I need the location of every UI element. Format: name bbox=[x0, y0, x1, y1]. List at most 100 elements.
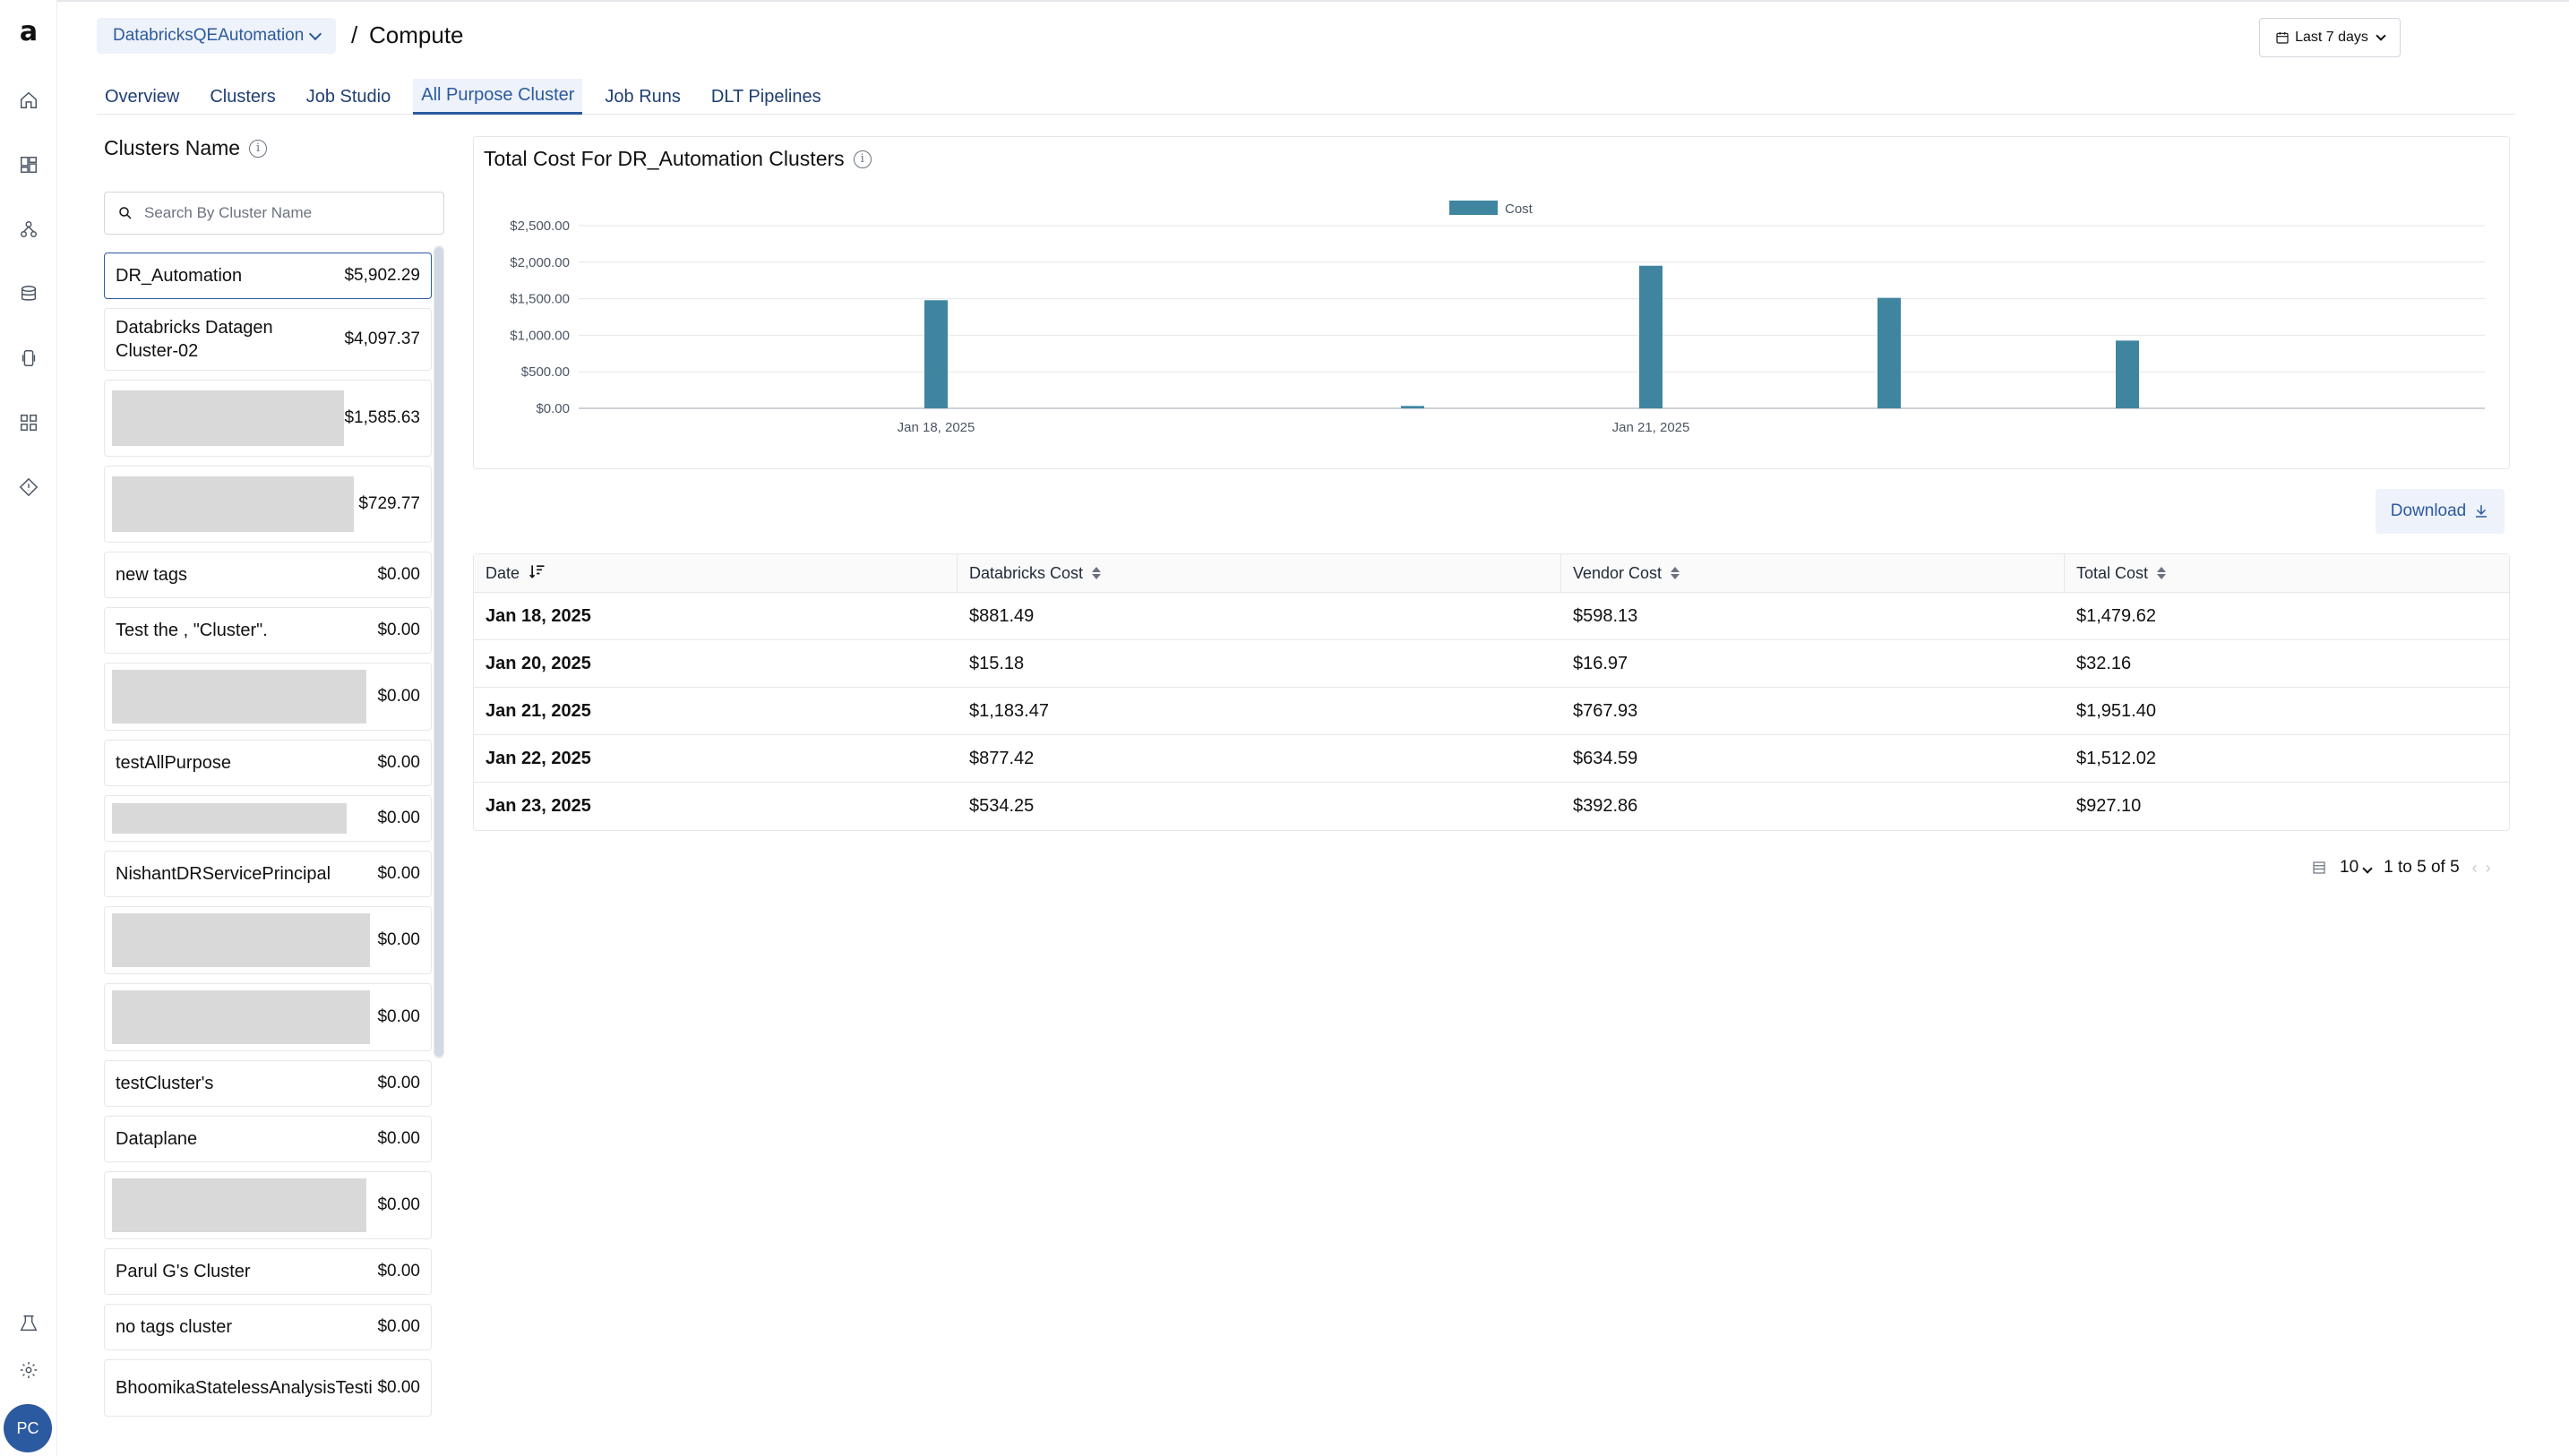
search-icon bbox=[119, 207, 132, 219]
info-icon[interactable]: i bbox=[853, 150, 872, 168]
device-icon[interactable] bbox=[18, 347, 39, 369]
cluster-list-item[interactable]: testAllPurpose $0.00 bbox=[104, 740, 432, 786]
cell-date: Jan 20, 2025 bbox=[485, 653, 591, 673]
table-row: Jan 23, 2025 $534.25 $392.86 $927.10 bbox=[474, 783, 2509, 830]
app-logo[interactable]: a bbox=[16, 19, 41, 46]
settings-icon[interactable] bbox=[18, 1359, 39, 1381]
cell-vendor-cost: $392.86 bbox=[1573, 796, 1638, 816]
cluster-name: Test the , "Cluster". bbox=[116, 621, 268, 640]
cell-date: Jan 23, 2025 bbox=[485, 796, 591, 816]
diamond-icon[interactable] bbox=[18, 476, 39, 498]
cluster-list-item[interactable]: new tags $0.00 bbox=[104, 552, 432, 598]
cluster-list-item[interactable]: testCluster's $0.00 bbox=[104, 1060, 432, 1107]
y-tick-label: $1,500.00 bbox=[510, 292, 570, 307]
cluster-list-item[interactable]: $0.00 bbox=[104, 795, 432, 842]
cluster-list-item[interactable]: NishantDRServicePrincipal $0.00 bbox=[104, 851, 432, 897]
cluster-cost: $0.00 bbox=[377, 565, 420, 584]
column-header-total-cost[interactable]: Total Cost bbox=[2065, 554, 2509, 592]
cluster-list-scrollbar-thumb[interactable] bbox=[434, 247, 443, 1057]
workspace-name: DatabricksQEAutomation bbox=[113, 26, 305, 45]
sort-descending-icon[interactable] bbox=[528, 562, 546, 585]
cell-vendor-cost: $16.97 bbox=[1573, 653, 1628, 673]
cluster-list-item[interactable]: $0.00 bbox=[104, 663, 432, 731]
sort-icon[interactable] bbox=[1671, 567, 1680, 579]
table-body: Jan 18, 2025 $881.49 $598.13 $1,479.62 Jan 2… bbox=[474, 593, 2509, 830]
cell-total-cost: $1,512.02 bbox=[2076, 748, 2156, 768]
workspace-dropdown[interactable]: DatabricksQEAutomation bbox=[97, 18, 337, 54]
cluster-name: Parul G's Cluster bbox=[116, 1262, 251, 1281]
bar bbox=[924, 300, 948, 408]
cluster-list-item[interactable]: $0.00 bbox=[104, 906, 432, 974]
integrations-icon[interactable] bbox=[18, 412, 39, 433]
page-size-select[interactable]: 10 bbox=[2340, 858, 2373, 878]
cluster-list-item[interactable]: Dataplane $0.00 bbox=[104, 1116, 432, 1162]
cluster-cost: $0.00 bbox=[377, 1317, 420, 1336]
pagination-prev-next[interactable]: ‹ › bbox=[2472, 859, 2493, 878]
home-icon[interactable] bbox=[18, 90, 39, 111]
calendar-icon bbox=[2276, 32, 2289, 44]
sort-icon[interactable] bbox=[2157, 567, 2167, 579]
cluster-list-item[interactable]: BhoomikaStatelessAnalysisTesti $0.00 bbox=[104, 1359, 432, 1417]
column-header-vendor-cost[interactable]: Vendor Cost bbox=[1561, 554, 2065, 592]
cluster-name: BhoomikaStatelessAnalysisTesti bbox=[116, 1378, 373, 1398]
cluster-list-item[interactable]: $0.00 bbox=[104, 983, 432, 1051]
cluster-list-item[interactable]: no tags cluster $0.00 bbox=[104, 1304, 432, 1350]
cluster-name: Databricks Datagen Cluster-02 bbox=[116, 318, 273, 361]
x-tick-label: Jan 21, 2025 bbox=[1612, 420, 1690, 435]
chevron-down-icon bbox=[309, 27, 322, 40]
redacted-name-placeholder bbox=[112, 390, 345, 446]
cell-databricks-cost: $877.42 bbox=[969, 748, 1035, 768]
redacted-name-placeholder bbox=[112, 476, 354, 532]
tab-job-studio[interactable]: Job Studio bbox=[298, 79, 400, 115]
cluster-list-item[interactable]: Databricks Datagen Cluster-02 $4,097.37 bbox=[104, 308, 432, 371]
column-header-databricks-cost[interactable]: Databricks Cost bbox=[958, 554, 1561, 592]
table-row: Jan 18, 2025 $881.49 $598.13 $1,479.62 bbox=[474, 593, 2509, 640]
chart-title: Total Cost For DR_Automation Clusters i bbox=[484, 147, 872, 171]
sort-icon[interactable] bbox=[1092, 567, 1102, 579]
cell-vendor-cost: $598.13 bbox=[1573, 605, 1638, 626]
cell-databricks-cost: $1,183.47 bbox=[969, 700, 1049, 721]
clusters-panel-title-text: Clusters Name bbox=[104, 136, 241, 159]
cluster-list-item[interactable]: Parul G's Cluster $0.00 bbox=[104, 1248, 432, 1295]
cluster-list-item[interactable]: DR_Automation $5,902.29 bbox=[104, 253, 432, 299]
y-tick-label: $2,500.00 bbox=[510, 218, 570, 234]
column-header-label: Databricks Cost bbox=[969, 563, 1084, 582]
clusters-panel-title: Clusters Name i bbox=[104, 136, 268, 160]
hierarchy-icon[interactable] bbox=[18, 218, 39, 240]
cell-databricks-cost: $534.25 bbox=[969, 796, 1035, 816]
pagination-range: 1 to 5 of 5 bbox=[2384, 858, 2460, 877]
info-icon[interactable]: i bbox=[249, 139, 268, 158]
cluster-cost: $0.00 bbox=[377, 1262, 420, 1280]
chevron-down-icon bbox=[2376, 30, 2386, 41]
y-tick-label: $500.00 bbox=[521, 364, 570, 380]
chevron-down-icon bbox=[2362, 863, 2373, 874]
cell-total-cost: $32.16 bbox=[2076, 653, 2132, 673]
tab-job-runs[interactable]: Job Runs bbox=[597, 79, 689, 115]
user-avatar[interactable]: PC bbox=[4, 1404, 52, 1452]
redacted-name-placeholder bbox=[112, 913, 370, 967]
tab-overview[interactable]: Overview bbox=[97, 79, 187, 115]
cluster-cost: $0.00 bbox=[377, 809, 420, 827]
dashboard-icon[interactable] bbox=[18, 154, 39, 176]
cluster-list-item[interactable]: Test the , "Cluster". $0.00 bbox=[104, 607, 432, 654]
cell-total-cost: $1,479.62 bbox=[2076, 605, 2156, 626]
cluster-name: no tags cluster bbox=[116, 1317, 233, 1337]
tab-all-purpose-cluster[interactable]: All Purpose Cluster bbox=[413, 79, 583, 115]
date-range-dropdown[interactable]: Last 7 days bbox=[2259, 18, 2401, 57]
database-icon[interactable] bbox=[18, 283, 39, 304]
cell-vendor-cost: $767.93 bbox=[1573, 700, 1638, 721]
tab-dlt-pipelines[interactable]: DLT Pipelines bbox=[703, 79, 829, 115]
cluster-list-item[interactable]: $0.00 bbox=[104, 1171, 432, 1239]
download-button[interactable]: Download bbox=[2376, 489, 2505, 534]
lab-icon[interactable] bbox=[18, 1313, 39, 1334]
legend-label: Cost bbox=[1505, 201, 1534, 217]
date-range-label: Last 7 days bbox=[2295, 30, 2368, 45]
cluster-search bbox=[104, 192, 444, 235]
tab-clusters[interactable]: Clusters bbox=[202, 79, 283, 115]
cluster-cost: $0.00 bbox=[377, 753, 420, 772]
cluster-list-item[interactable]: $729.77 bbox=[104, 466, 432, 543]
column-header-date[interactable]: Date bbox=[474, 554, 958, 592]
compute-tabs: Overview Clusters Job Studio All Purpose… bbox=[97, 79, 2515, 115]
cluster-list-item[interactable]: $1,585.63 bbox=[104, 380, 432, 457]
cluster-search-input[interactable] bbox=[144, 204, 431, 222]
